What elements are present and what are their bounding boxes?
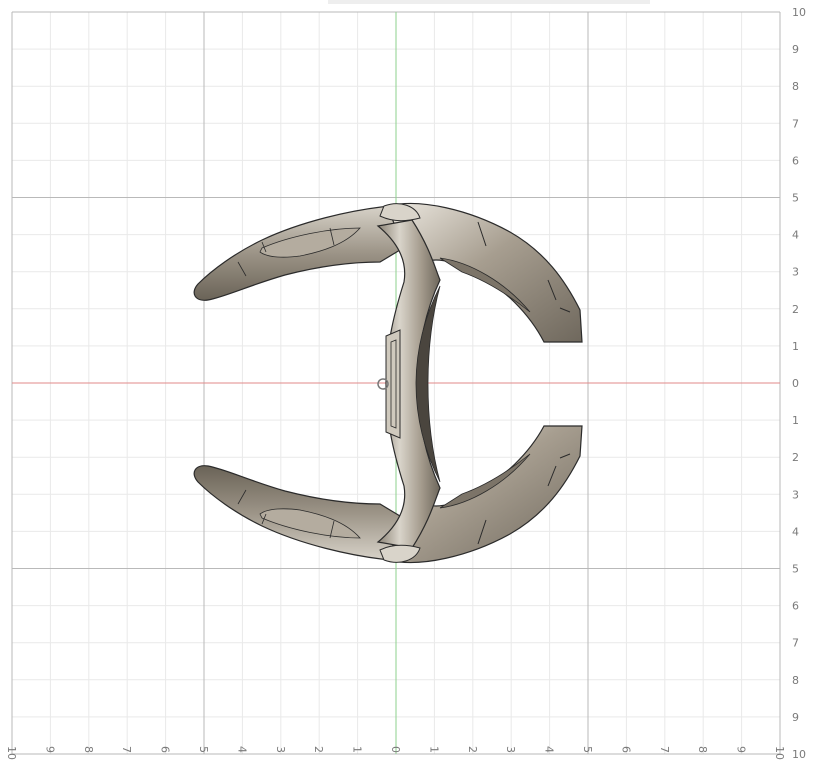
bottom-axis-tick-label: 4 <box>543 746 556 753</box>
bottom-axis-tick-label: 5 <box>197 746 210 753</box>
bottom-axis-tick-label: 7 <box>658 746 671 753</box>
right-axis-tick-label: 3 <box>792 266 799 279</box>
right-axis-tick-label: 5 <box>792 192 799 205</box>
right-axis-tick-label: 8 <box>792 80 799 93</box>
right-axis-tick-label: 2 <box>792 303 799 316</box>
bottom-axis-tick-label: 7 <box>120 746 133 753</box>
right-axis-tick-label: 7 <box>792 637 799 650</box>
bottom-axis-tick-label: 10 <box>5 746 18 760</box>
bottom-axis-tick-label: 2 <box>312 746 325 753</box>
right-axis-tick-label: 9 <box>792 711 799 724</box>
bottom-axis-tick-label: 8 <box>82 746 95 753</box>
bottom-axis-tick-label: 9 <box>43 746 56 753</box>
right-axis-tick-label: 6 <box>792 600 799 613</box>
right-axis-tick-label: 2 <box>792 451 799 464</box>
bottom-axis-tick-label: 9 <box>735 746 748 753</box>
bottom-axis-tick-label: 4 <box>235 746 248 753</box>
bottom-axis-tick-label: 6 <box>619 746 632 753</box>
bottom-axis-tick-label: 3 <box>504 746 517 753</box>
bottom-axis-tick-label: 8 <box>696 746 709 753</box>
right-axis-tick-label: 1 <box>792 414 799 427</box>
bottom-axis-tick-label: 0 <box>389 746 402 753</box>
right-axis-tick-label: 7 <box>792 117 799 130</box>
bottom-axis-tick-label: 3 <box>274 746 287 753</box>
bottom-axis-tick-label: 2 <box>466 746 479 753</box>
bottom-axis-tick-label: 1 <box>351 746 364 753</box>
right-axis-tick-label: 4 <box>792 525 799 538</box>
right-axis-tick-label: 0 <box>792 377 799 390</box>
right-axis-tick-label: 10 <box>792 6 806 19</box>
right-axis-tick-label: 1 <box>792 340 799 353</box>
right-axis-tick-label: 5 <box>792 563 799 576</box>
bottom-axis-tick-label: 1 <box>427 746 440 753</box>
right-axis-tick-label: 8 <box>792 674 799 687</box>
bottom-axis-tick-label: 5 <box>581 746 594 753</box>
right-axis-labels: 10987654321012345678910 <box>792 6 806 761</box>
right-axis-tick-label: 3 <box>792 488 799 501</box>
sketch-viewport[interactable]: 10987654321012345678910 10 9 8 7 6 5 4 3 2 1 0 1 2 3 4… <box>0 0 819 766</box>
right-axis-tick-label: 6 <box>792 154 799 167</box>
right-axis-tick-label: 9 <box>792 43 799 56</box>
right-axis-tick-label: 10 <box>792 748 806 761</box>
right-axis-tick-label: 4 <box>792 229 799 242</box>
bottom-axis-tick-label: 6 <box>159 746 172 753</box>
bottom-axis-tick-label: 10 <box>773 746 786 760</box>
